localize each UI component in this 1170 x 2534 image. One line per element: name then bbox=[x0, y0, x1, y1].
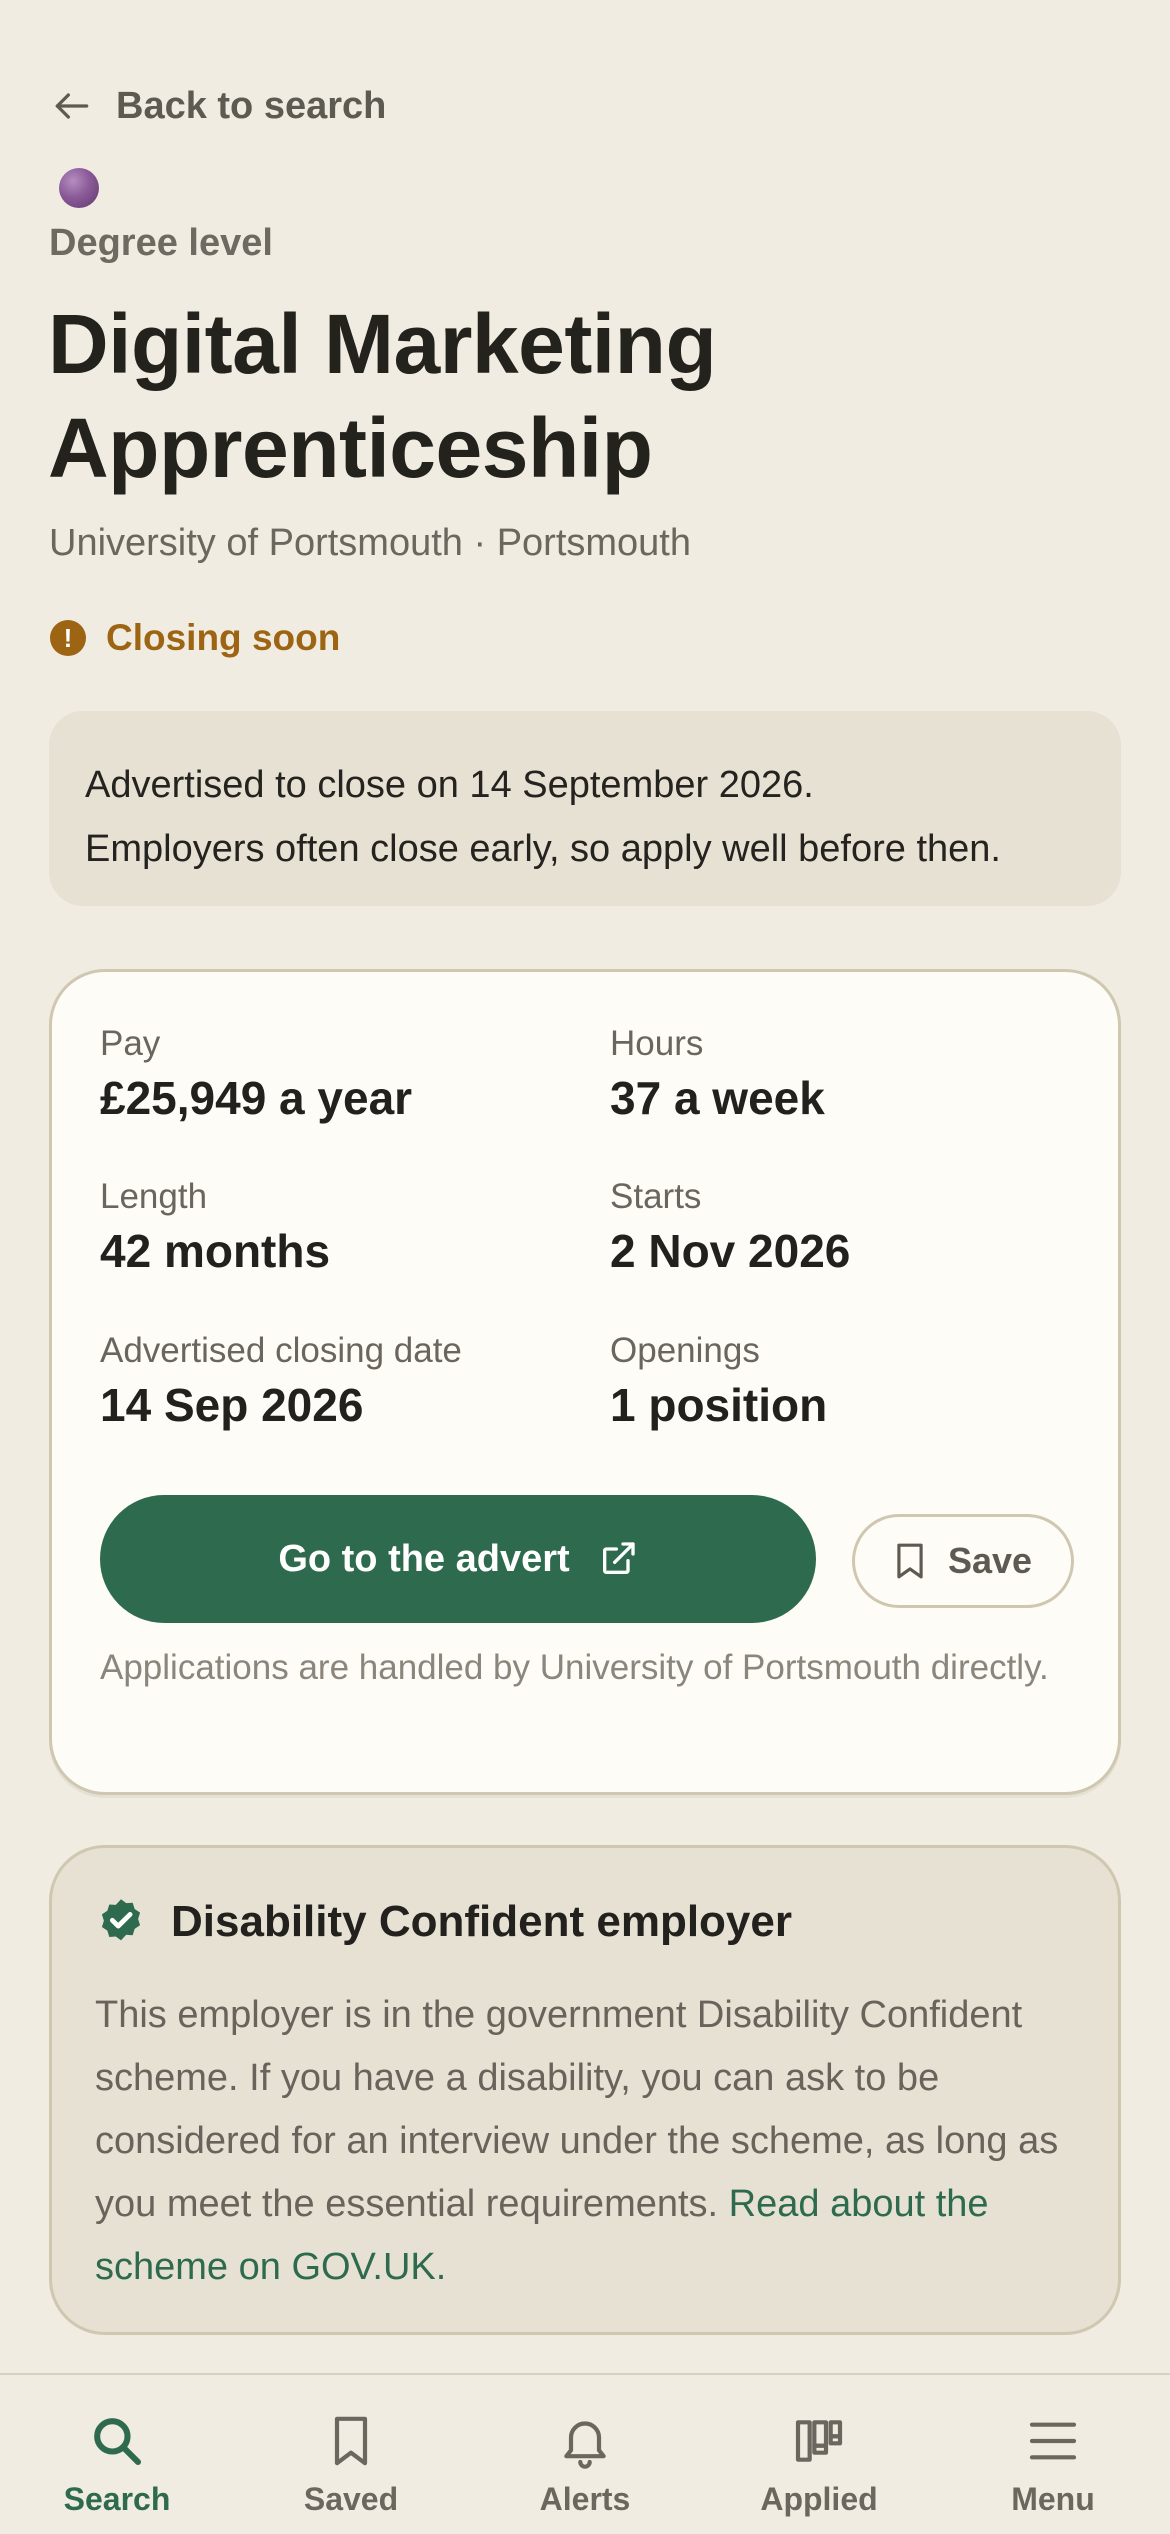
closing-soon-badge: ! Closing soon bbox=[50, 617, 340, 659]
applications-note: Applications are handled by University o… bbox=[100, 1648, 1049, 1687]
tab-label: Search bbox=[63, 2481, 171, 2517]
fact-value: 37 a week bbox=[610, 1072, 825, 1124]
verified-badge-icon bbox=[101, 1899, 141, 1941]
bookmark-icon bbox=[897, 1543, 923, 1579]
tab-applied[interactable]: Applied bbox=[702, 2375, 936, 2534]
fact-value: 1 position bbox=[610, 1379, 828, 1431]
closing-soon-label: Closing soon bbox=[106, 617, 341, 658]
arrow-left-icon bbox=[55, 93, 89, 119]
search-icon bbox=[94, 2418, 142, 2466]
disability-confident-header: Disability Confident employer bbox=[95, 1896, 792, 1948]
fact-hours: Hours 37 a week bbox=[610, 1022, 825, 1128]
go-to-advert-button[interactable]: Go to the advert bbox=[100, 1495, 816, 1623]
degree-level-label: Degree level bbox=[49, 222, 273, 264]
tab-label: Applied bbox=[760, 2481, 878, 2517]
fact-openings: Openings 1 position bbox=[610, 1329, 827, 1435]
fact-label: Length bbox=[100, 1177, 208, 1216]
go-to-advert-label: Go to the advert bbox=[278, 1537, 570, 1580]
fact-starts: Starts 2 Nov 2026 bbox=[610, 1175, 850, 1281]
fact-closing-date: Advertised closing date 14 Sep 2026 bbox=[100, 1329, 462, 1435]
page-title: Digital Marketing Apprenticeship bbox=[48, 297, 717, 495]
fact-label: Openings bbox=[610, 1331, 760, 1370]
tab-search[interactable]: Search bbox=[0, 2375, 234, 2534]
back-label: Back to search bbox=[116, 84, 387, 127]
fact-value: 2 Nov 2026 bbox=[610, 1225, 851, 1277]
fact-pay: Pay £25,949 a year bbox=[100, 1022, 412, 1128]
fact-length: Length 42 months bbox=[100, 1175, 330, 1281]
closing-notice-line-2: Employers often close early, so apply we… bbox=[85, 828, 1001, 870]
vacancy-summary-card: Pay £25,949 a year Hours 37 a week Lengt… bbox=[49, 969, 1121, 1795]
fact-value: 14 Sep 2026 bbox=[100, 1379, 364, 1431]
tab-label: Alerts bbox=[539, 2481, 631, 2517]
disability-confident-body: This employer is in the government Disab… bbox=[95, 1984, 1095, 2299]
fact-value: 42 months bbox=[100, 1225, 331, 1277]
board-icon bbox=[795, 2420, 843, 2462]
tab-saved[interactable]: Saved bbox=[234, 2375, 468, 2534]
disability-confident-title: Disability Confident employer bbox=[171, 1897, 792, 1946]
menu-icon bbox=[1029, 2422, 1077, 2460]
tab-menu[interactable]: Menu bbox=[936, 2375, 1170, 2534]
save-button[interactable]: Save bbox=[852, 1514, 1074, 1608]
back-to-search-link[interactable]: Back to search bbox=[50, 84, 386, 128]
closing-notice: Advertised to close on 14 September 2026… bbox=[49, 711, 1121, 906]
bottom-tab-bar: Search Saved Alerts Applied Menu bbox=[0, 2373, 1170, 2532]
tab-alerts[interactable]: Alerts bbox=[468, 2375, 702, 2534]
bell-icon bbox=[564, 2421, 606, 2469]
save-label: Save bbox=[947, 1540, 1033, 1581]
fact-label: Starts bbox=[610, 1177, 702, 1216]
employer-location: University of Portsmouth · Portsmouth bbox=[49, 522, 691, 564]
external-link-icon bbox=[602, 1542, 635, 1574]
bookmark-icon bbox=[334, 2416, 368, 2466]
disability-confident-panel: Disability Confident employer This emplo… bbox=[49, 1845, 1121, 2335]
closing-notice-line-1: Advertised to close on 14 September 2026… bbox=[85, 764, 814, 806]
fact-label: Pay bbox=[100, 1024, 161, 1063]
fact-label: Hours bbox=[610, 1024, 704, 1063]
level-dot-icon bbox=[59, 168, 99, 208]
tab-label: Menu bbox=[1011, 2481, 1095, 2517]
warning-icon: ! bbox=[50, 620, 86, 656]
fact-label: Advertised closing date bbox=[100, 1331, 462, 1370]
tab-label: Saved bbox=[303, 2481, 399, 2517]
fact-value: £25,949 a year bbox=[100, 1072, 413, 1124]
